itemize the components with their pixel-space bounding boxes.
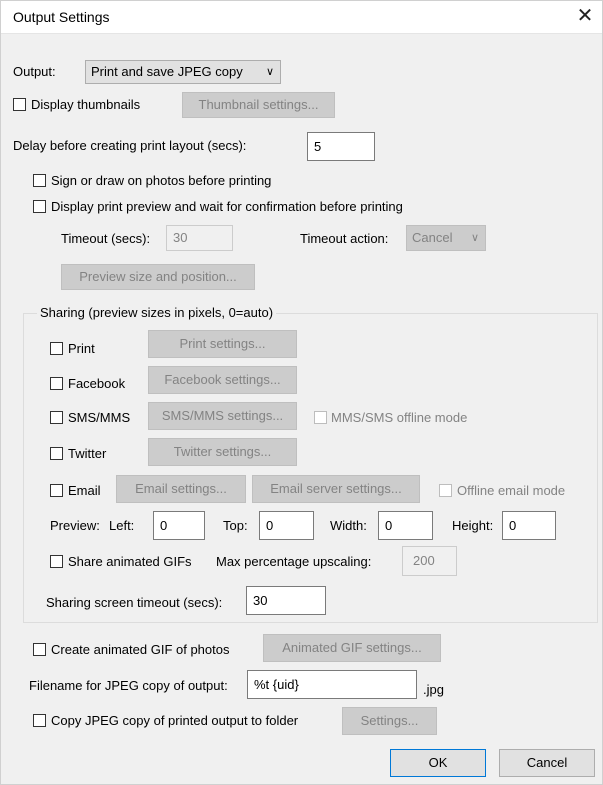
preview-left-input[interactable]: 0 — [153, 511, 205, 540]
share-print-label: Print — [68, 341, 95, 356]
upscale-label: Max percentage upscaling: — [216, 554, 372, 569]
preview-top-input[interactable]: 0 — [259, 511, 314, 540]
animated-gif-checkbox[interactable] — [33, 643, 46, 656]
share-email-checkbox[interactable] — [50, 484, 63, 497]
sharing-group-label: Sharing (preview sizes in pixels, 0=auto… — [37, 305, 277, 321]
print-preview-checkbox[interactable] — [33, 200, 46, 213]
preview-left-label: Left: — [109, 518, 135, 533]
screen-timeout-input[interactable]: 30 — [246, 586, 326, 615]
chevron-down-icon: ∨ — [265, 66, 274, 78]
delay-label: Delay before creating print layout (secs… — [13, 138, 247, 153]
timeout-action-label: Timeout action: — [300, 231, 389, 246]
preview-width-label: Width: — [330, 518, 367, 533]
share-email-label: Email — [68, 483, 101, 498]
filename-label: Filename for JPEG copy of output: — [29, 678, 228, 693]
animated-gif-settings-button[interactable]: Animated GIF settings... — [263, 634, 441, 662]
screen-timeout-label: Sharing screen timeout (secs): — [46, 595, 223, 610]
display-thumbnails-label: Display thumbnails — [31, 97, 141, 112]
sign-draw-label: Sign or draw on photos before printing — [51, 173, 272, 188]
copy-folder-label: Copy JPEG copy of printed output to fold… — [51, 713, 299, 728]
offline-email-label: Offline email mode — [457, 483, 566, 498]
thumbnail-settings-button[interactable]: Thumbnail settings... — [182, 92, 335, 118]
share-sms-label: SMS/MMS — [68, 410, 131, 425]
cancel-button[interactable]: Cancel — [499, 749, 595, 777]
sharing-group — [23, 313, 598, 623]
preview-size-button[interactable]: Preview size and position... — [61, 264, 255, 290]
share-twitter-label: Twitter — [68, 446, 107, 461]
display-thumbnails-checkbox[interactable] — [13, 98, 26, 111]
twitter-settings-button[interactable]: Twitter settings... — [148, 438, 297, 466]
upscale-input[interactable]: 200 — [402, 546, 457, 576]
email-settings-button[interactable]: Email settings... — [116, 475, 246, 503]
share-facebook-checkbox[interactable] — [50, 377, 63, 390]
sign-draw-checkbox[interactable] — [33, 174, 46, 187]
preview-height-input[interactable]: 0 — [502, 511, 556, 540]
preview-top-label: Top: — [223, 518, 248, 533]
share-print-checkbox[interactable] — [50, 342, 63, 355]
email-server-settings-button[interactable]: Email server settings... — [252, 475, 420, 503]
output-select[interactable]: Print and save JPEG copy ∨ — [85, 60, 281, 84]
offline-email-checkbox[interactable] — [439, 484, 452, 497]
filename-suffix: .jpg — [423, 682, 444, 697]
print-settings-button[interactable]: Print settings... — [148, 330, 297, 358]
share-twitter-checkbox[interactable] — [50, 447, 63, 460]
window-title: Output Settings — [13, 9, 110, 25]
ok-button[interactable]: OK — [390, 749, 486, 777]
filename-input[interactable]: %t {uid} — [247, 670, 417, 699]
print-preview-label: Display print preview and wait for confi… — [51, 199, 403, 214]
close-icon[interactable]: ✕ — [574, 5, 596, 27]
output-settings-dialog: Output Settings ✕ Output: Print and save… — [0, 0, 603, 785]
preview-label: Preview: — [50, 518, 100, 533]
timeout-label: Timeout (secs): — [61, 231, 151, 246]
timeout-input[interactable]: 30 — [166, 225, 233, 251]
share-animated-gifs-checkbox[interactable] — [50, 555, 63, 568]
timeout-action-select[interactable]: Cancel ∨ — [406, 225, 486, 251]
title-bar: Output Settings ✕ — [1, 1, 602, 34]
sms-offline-label: MMS/SMS offline mode — [331, 410, 468, 425]
share-sms-checkbox[interactable] — [50, 411, 63, 424]
facebook-settings-button[interactable]: Facebook settings... — [148, 366, 297, 394]
share-facebook-label: Facebook — [68, 376, 126, 391]
animated-gif-label: Create animated GIF of photos — [51, 642, 230, 657]
copy-folder-checkbox[interactable] — [33, 714, 46, 727]
output-label: Output: — [13, 64, 56, 79]
output-select-value: Print and save JPEG copy — [91, 64, 243, 79]
delay-input[interactable]: 5 — [307, 132, 375, 161]
sms-settings-button[interactable]: SMS/MMS settings... — [148, 402, 297, 430]
preview-width-input[interactable]: 0 — [378, 511, 433, 540]
preview-height-label: Height: — [452, 518, 494, 533]
sms-offline-checkbox[interactable] — [314, 411, 327, 424]
timeout-action-value: Cancel — [412, 230, 453, 245]
share-animated-gifs-label: Share animated GIFs — [68, 554, 192, 569]
chevron-down-icon: ∨ — [470, 232, 479, 244]
copy-folder-settings-button[interactable]: Settings... — [342, 707, 437, 735]
